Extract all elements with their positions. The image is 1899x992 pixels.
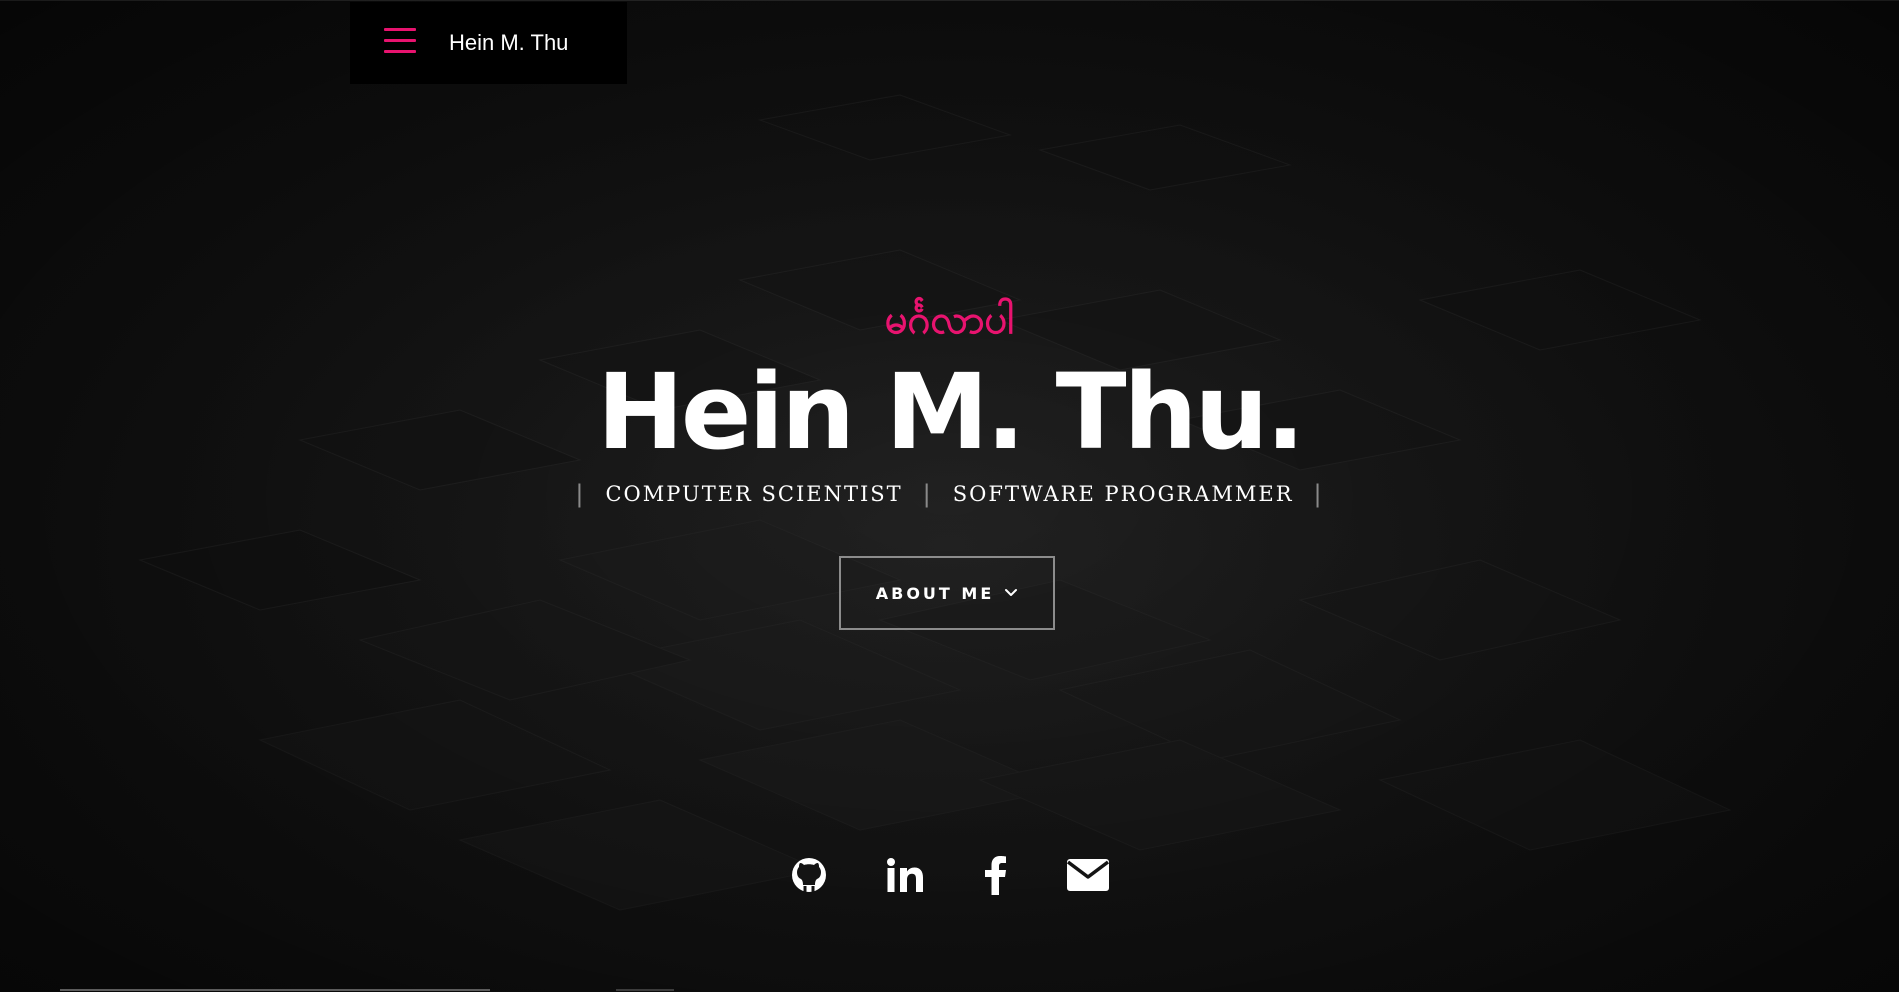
- page: Hein M. Thu မင်္ဂလာပါ Hein M. Thu. | COM…: [0, 0, 1899, 992]
- role-computer-scientist: COMPUTER SCIENTIST: [605, 482, 903, 506]
- github-link[interactable]: [789, 855, 829, 899]
- linkedin-icon: [887, 858, 923, 892]
- about-me-label: ABOUT ME: [875, 583, 995, 603]
- top-nav-bar: Hein M. Thu: [350, 2, 627, 84]
- envelope-icon: [1066, 859, 1110, 891]
- menu-bar-middle: [384, 39, 416, 42]
- chevron-down-icon: [1005, 589, 1018, 596]
- about-me-button[interactable]: ABOUT ME: [839, 556, 1055, 630]
- greeting-text: မင်္ဂလာပါ: [884, 297, 1015, 343]
- hamburger-menu-icon[interactable]: [384, 28, 416, 56]
- facebook-link[interactable]: [980, 855, 1010, 899]
- role-separator: |: [575, 480, 586, 508]
- social-links: [0, 855, 1899, 905]
- roles-line: | COMPUTER SCIENTIST | SOFTWARE PROGRAMM…: [0, 480, 1899, 508]
- linkedin-link[interactable]: [885, 855, 925, 899]
- bottom-divider-short: [616, 989, 674, 991]
- hero-name-heading: Hein M. Thu.: [596, 351, 1305, 473]
- email-link[interactable]: [1066, 855, 1110, 899]
- role-software-programmer: SOFTWARE PROGRAMMER: [952, 482, 1294, 506]
- github-icon: [792, 858, 826, 892]
- menu-bar-bottom: [384, 50, 416, 53]
- bottom-divider: [60, 989, 490, 991]
- facebook-icon: [985, 856, 1006, 895]
- site-brand-link[interactable]: Hein M. Thu: [449, 30, 568, 56]
- role-separator: |: [1313, 480, 1324, 508]
- menu-bar-top: [384, 28, 416, 31]
- role-separator: |: [922, 480, 933, 508]
